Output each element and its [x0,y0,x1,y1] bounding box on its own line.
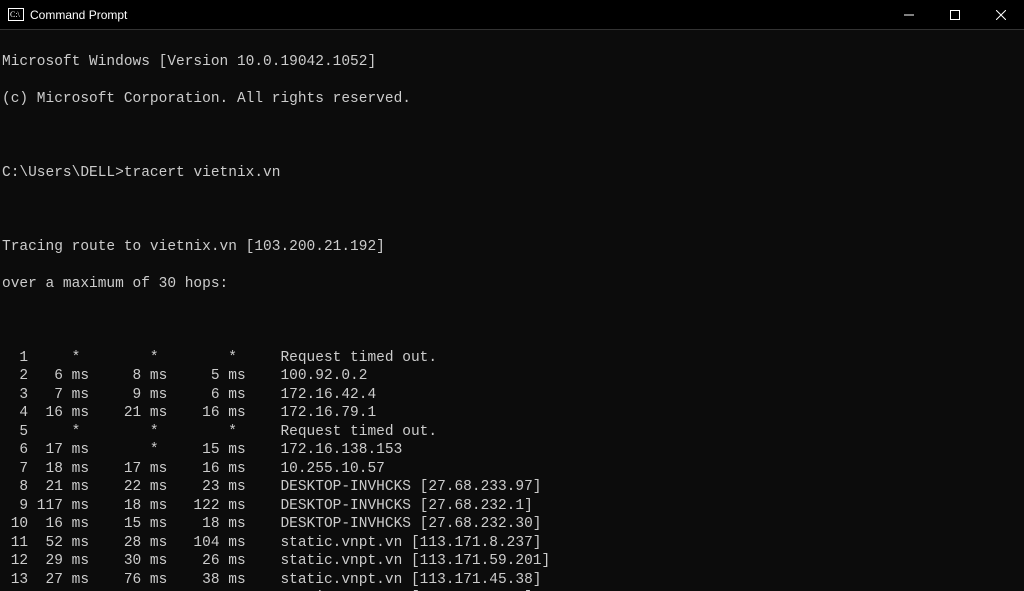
close-button[interactable] [978,0,1024,30]
hops-list: 1 * * * Request timed out. 2 6 ms 8 ms 5… [2,349,1022,591]
terminal-output[interactable]: Microsoft Windows [Version 10.0.19042.10… [0,30,1024,591]
blank-line [2,201,1022,220]
blank-line [2,312,1022,331]
hop-row: 9 117 ms 18 ms 122 ms DESKTOP-INVHCKS [2… [2,497,1022,516]
hop-row: 5 * * * Request timed out. [2,423,1022,442]
hop-row: 11 52 ms 28 ms 104 ms static.vnpt.vn [11… [2,534,1022,553]
trace-intro: Tracing route to vietnix.vn [103.200.21.… [2,238,1022,257]
window-titlebar: C:\ Command Prompt [0,0,1024,30]
hop-row: 8 21 ms 22 ms 23 ms DESKTOP-INVHCKS [27.… [2,478,1022,497]
hop-row: 3 7 ms 9 ms 6 ms 172.16.42.4 [2,386,1022,405]
prompt-path: C:\Users\DELL> [2,165,124,181]
hop-row: 4 16 ms 21 ms 16 ms 172.16.79.1 [2,404,1022,423]
command-text: tracert vietnix.vn [124,165,281,181]
hop-row: 1 * * * Request timed out. [2,349,1022,368]
prompt-line: C:\Users\DELL>tracert vietnix.vn [2,164,1022,183]
maximize-button[interactable] [932,0,978,30]
hop-row: 2 6 ms 8 ms 5 ms 100.92.0.2 [2,367,1022,386]
header-line: Microsoft Windows [Version 10.0.19042.10… [2,53,1022,72]
blank-line [2,127,1022,146]
minimize-button[interactable] [886,0,932,30]
header-line: (c) Microsoft Corporation. All rights re… [2,90,1022,109]
svg-text:C:\: C:\ [10,10,21,19]
hop-row: 13 27 ms 76 ms 38 ms static.vnpt.vn [113… [2,571,1022,590]
cmd-icon: C:\ [8,7,24,23]
window-title: Command Prompt [30,8,127,22]
hop-row: 12 29 ms 30 ms 26 ms static.vnpt.vn [113… [2,552,1022,571]
hop-row: 7 18 ms 17 ms 16 ms 10.255.10.57 [2,460,1022,479]
hop-row: 10 16 ms 15 ms 18 ms DESKTOP-INVHCKS [27… [2,515,1022,534]
hop-row: 6 17 ms * 15 ms 172.16.138.153 [2,441,1022,460]
trace-intro: over a maximum of 30 hops: [2,275,1022,294]
